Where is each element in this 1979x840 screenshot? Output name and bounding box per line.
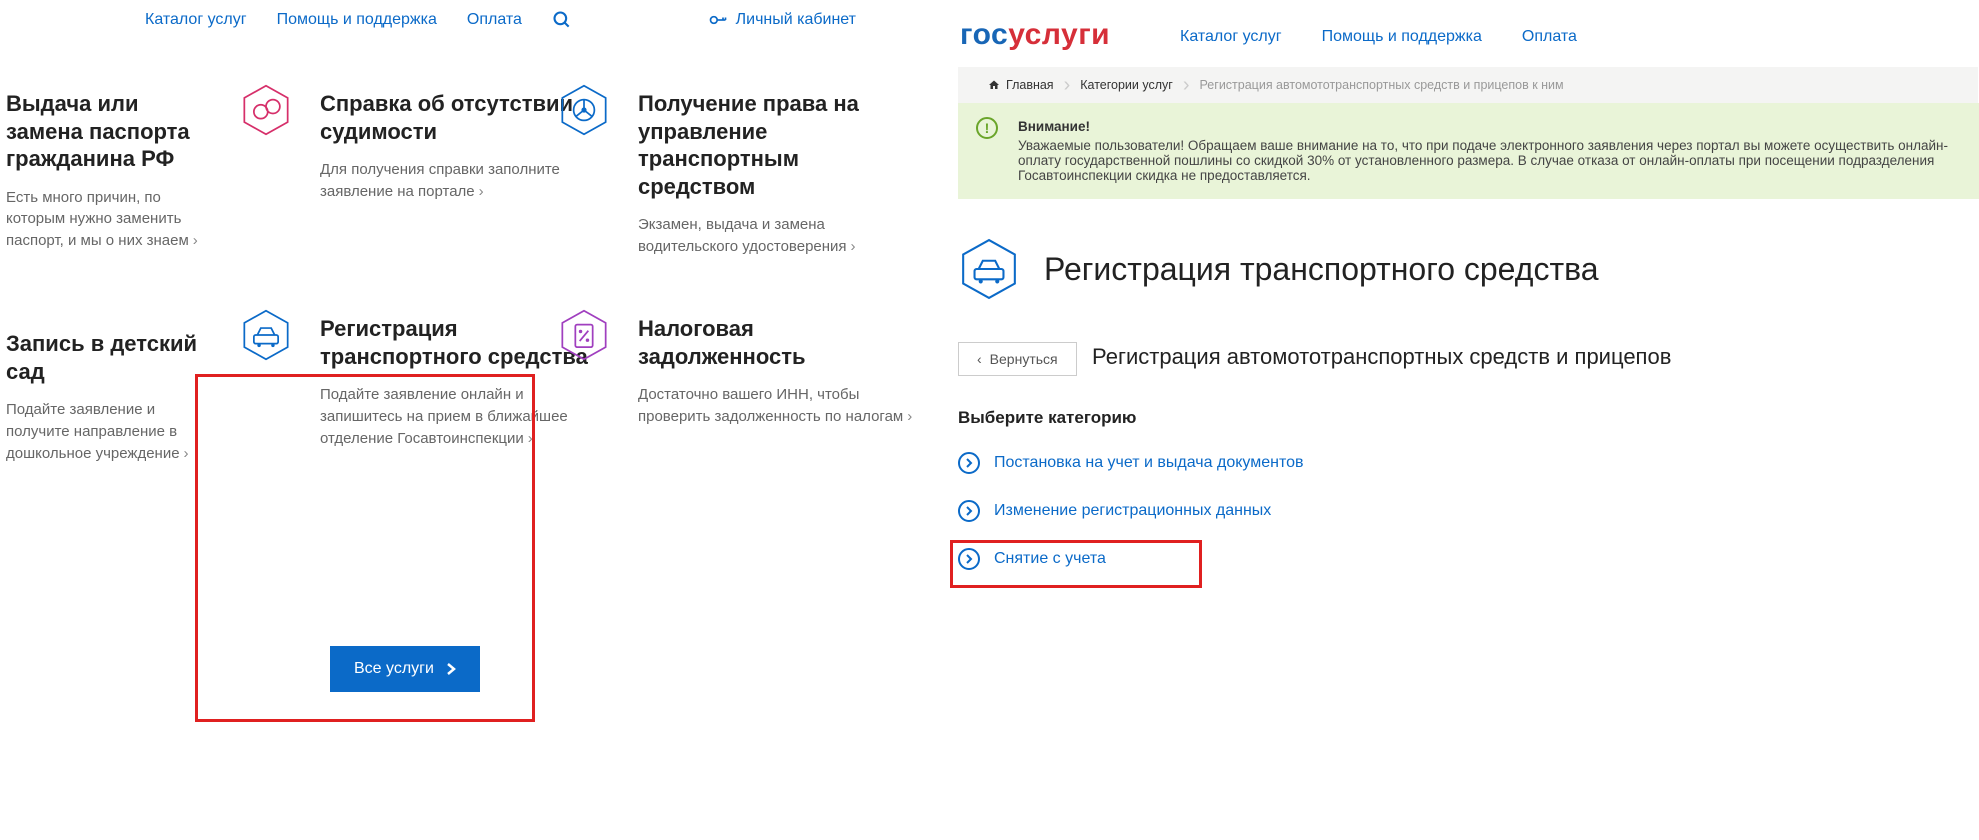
- nav-pay[interactable]: Оплата: [1522, 28, 1577, 46]
- personal-account-link[interactable]: Личный кабинет: [708, 0, 856, 40]
- nav-pay[interactable]: Оплата: [467, 11, 522, 29]
- category-label: Изменение регистрационных данных: [994, 502, 1271, 520]
- nav-catalog[interactable]: Каталог услуг: [145, 11, 247, 29]
- breadcrumb-home-label: Главная: [1006, 78, 1054, 92]
- annotation-highlight-deregister: [950, 540, 1202, 588]
- card-tax-debt[interactable]: Налоговая задолженность Достаточно вашег…: [638, 315, 918, 428]
- info-icon: !: [976, 117, 998, 139]
- chevron-right-icon: ›: [479, 183, 484, 200]
- percent-doc-icon: [558, 309, 614, 365]
- breadcrumb-categories[interactable]: Категории услуг: [1064, 67, 1189, 103]
- all-services-label: Все услуги: [354, 660, 434, 678]
- back-label: Вернуться: [990, 351, 1058, 367]
- car-icon: [240, 309, 296, 365]
- category-item-change[interactable]: Изменение регистрационных данных: [958, 500, 1304, 522]
- chevron-right-icon: ›: [907, 408, 912, 425]
- home-icon: [988, 79, 1000, 91]
- arrow-circle-icon: [958, 452, 980, 474]
- nav-catalog[interactable]: Каталог услуг: [1180, 28, 1282, 46]
- sub-heading: Регистрация автомототранспортных средств…: [1092, 344, 1671, 370]
- nav-support[interactable]: Помощь и поддержка: [1322, 28, 1482, 46]
- breadcrumb-current-label: Регистрация автомототранспортных средств…: [1200, 78, 1564, 92]
- breadcrumb-categories-label: Категории услуг: [1080, 78, 1173, 92]
- card-tax-desc: Достаточно вашего ИНН, чтобы проверить з…: [638, 386, 903, 425]
- card-kinder-title: Запись в детский сад: [6, 330, 206, 385]
- breadcrumb: Главная › Категории услуг › Регистрация …: [958, 67, 1978, 103]
- key-icon: [708, 10, 728, 30]
- chevron-right-icon: [446, 662, 456, 676]
- attention-notice: ! Внимание! Уважаемые пользователи! Обра…: [958, 103, 1979, 199]
- nav-support[interactable]: Помощь и поддержка: [277, 11, 437, 29]
- card-kinder-desc: Подайте заявление и получите направление…: [6, 401, 180, 462]
- chevron-right-icon: ›: [193, 232, 198, 249]
- arrow-circle-icon: [958, 500, 980, 522]
- chevron-right-icon: ›: [184, 445, 189, 462]
- card-driving-license[interactable]: Получение права на управление транспортн…: [638, 90, 918, 258]
- breadcrumb-home[interactable]: Главная: [972, 67, 1070, 103]
- chevron-left-icon: ‹: [977, 351, 982, 367]
- card-crime-desc: Для получения справки заполните заявлени…: [320, 161, 560, 200]
- chevron-right-icon: ›: [851, 238, 856, 255]
- logo-part1: гос: [960, 18, 1008, 51]
- wheel-icon: [558, 84, 614, 140]
- notice-body: Уважаемые пользователи! Обращаем ваше вн…: [1018, 138, 1960, 183]
- page-title: Регистрация транспортного средства: [1044, 251, 1599, 288]
- handcuffs-icon: [240, 84, 296, 140]
- notice-title: Внимание!: [1018, 119, 1960, 134]
- choose-category-label: Выберите категорию: [958, 408, 1136, 428]
- search-icon[interactable]: [552, 10, 572, 30]
- back-button[interactable]: ‹ Вернуться: [958, 342, 1077, 376]
- card-drive-title: Получение права на управление транспортн…: [638, 90, 918, 200]
- card-passport[interactable]: Выдача или замена паспорта гражданина РФ…: [6, 90, 206, 252]
- gosuslugi-logo[interactable]: госуслуги: [960, 18, 1110, 52]
- card-passport-title: Выдача или замена паспорта гражданина РФ: [6, 90, 206, 173]
- logo-part2: услуги: [1008, 18, 1110, 51]
- personal-account-label: Личный кабинет: [736, 11, 856, 29]
- card-tax-title: Налоговая задолженность: [638, 315, 918, 370]
- category-label: Постановка на учет и выдача документов: [994, 454, 1304, 472]
- car-icon: [958, 238, 1020, 300]
- all-services-button[interactable]: Все услуги: [330, 646, 480, 692]
- breadcrumb-current: Регистрация автомототранспортных средств…: [1184, 67, 1580, 103]
- card-drive-desc: Экзамен, выдача и замена водительского у…: [638, 216, 847, 255]
- category-item-register[interactable]: Постановка на учет и выдача документов: [958, 452, 1304, 474]
- card-passport-desc: Есть много причин, по которым нужно заме…: [6, 189, 189, 250]
- card-kindergarten[interactable]: Запись в детский сад Подайте заявление и…: [6, 330, 206, 464]
